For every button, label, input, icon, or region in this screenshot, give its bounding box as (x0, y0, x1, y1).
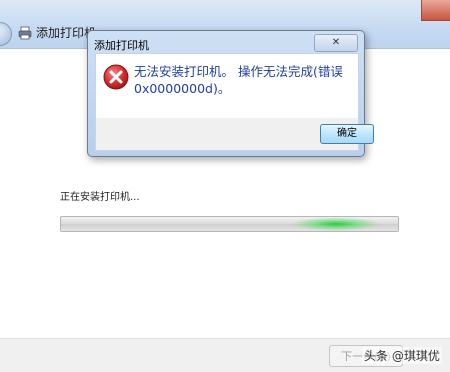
back-button[interactable] (0, 22, 12, 46)
progress-bar (60, 216, 399, 232)
printer-icon (18, 26, 32, 39)
status-label: 正在安装打印机... (60, 192, 140, 203)
wizard-title: 添加打印机 (18, 24, 96, 41)
ok-button[interactable]: 确定 (320, 124, 374, 144)
dialog-body: 无法安装打印机。 操作无法完成(错误 0x0000000d)。 (95, 53, 359, 119)
watermark: 头条 @琪琪优 (362, 347, 442, 364)
progress-glow (291, 217, 381, 231)
window-close-button[interactable] (421, 0, 450, 21)
error-message: 无法安装打印机。 操作无法完成(错误 0x0000000d)。 (134, 64, 343, 96)
error-icon (103, 64, 129, 90)
close-icon: ✕ (331, 37, 341, 48)
dialog-title: 添加打印机 (94, 39, 149, 52)
dialog-close-button[interactable]: ✕ (314, 34, 358, 52)
error-dialog: 添加打印机 ✕ 无法安装打印机。 操作无法完成(错误 0x0000000d)。 … (87, 30, 374, 157)
